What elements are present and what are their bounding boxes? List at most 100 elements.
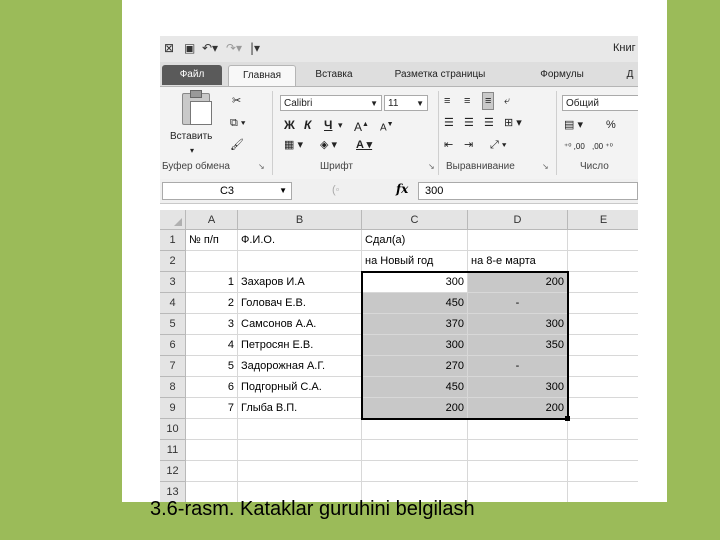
cell-e8[interactable] <box>568 377 638 398</box>
cell-e12[interactable] <box>568 461 638 482</box>
cell-d2[interactable]: на 8-е марта <box>468 251 568 272</box>
cell-b12[interactable] <box>238 461 362 482</box>
paste-dropdown-icon[interactable]: ▾ <box>190 143 194 159</box>
alignment-launcher-icon[interactable]: ↘ <box>542 159 549 175</box>
cell-c4[interactable]: 450 <box>362 293 468 314</box>
cell-e5[interactable] <box>568 314 638 335</box>
cell-b10[interactable] <box>238 419 362 440</box>
cell-a12[interactable] <box>186 461 238 482</box>
decrease-decimal-icon[interactable]: ,00 ⁺⁰ <box>592 139 613 155</box>
cell-e6[interactable] <box>568 335 638 356</box>
merge-center-icon[interactable]: ⊞ ▾ <box>504 115 522 131</box>
row-header[interactable]: 11 <box>160 440 186 461</box>
cell-d4[interactable]: - <box>468 293 568 314</box>
cell-a4[interactable]: 2 <box>186 293 238 314</box>
cell-e4[interactable] <box>568 293 638 314</box>
orientation-icon[interactable]: ⤢ ▾ <box>490 137 506 153</box>
cell-b9[interactable]: Глыба В.П. <box>238 398 362 419</box>
cell-e11[interactable] <box>568 440 638 461</box>
cell-c12[interactable] <box>362 461 468 482</box>
align-left-icon[interactable]: ☰ <box>444 115 454 131</box>
tab-insert[interactable]: Вставка <box>304 65 364 85</box>
cell-d12[interactable] <box>468 461 568 482</box>
number-format-select[interactable]: Общий <box>562 95 638 111</box>
insert-function-icon[interactable]: fx <box>396 182 408 196</box>
undo-icon[interactable]: ↶▾ <box>202 41 218 55</box>
tab-formulas[interactable]: Формулы <box>532 65 592 85</box>
clipboard-launcher-icon[interactable]: ↘ <box>258 159 265 175</box>
name-box[interactable]: C3 ▼ <box>162 182 292 200</box>
percent-button[interactable]: % <box>606 117 616 133</box>
increase-indent-icon[interactable]: ⇥ <box>464 137 473 153</box>
cell-d8[interactable]: 300 <box>468 377 568 398</box>
row-header[interactable]: 6 <box>160 335 186 356</box>
align-right-icon[interactable]: ☰ <box>484 115 494 131</box>
decrease-indent-icon[interactable]: ⇤ <box>444 137 453 153</box>
underline-dropdown-icon[interactable]: ▾ <box>338 117 343 133</box>
cell-a3[interactable]: 1 <box>186 272 238 293</box>
cell-a1[interactable]: № п/п <box>186 230 238 251</box>
increase-font-icon[interactable]: A▲ <box>354 117 369 135</box>
font-color-icon[interactable]: A ▾ <box>356 137 372 153</box>
fill-color-icon[interactable]: ◈ ▾ <box>320 137 337 153</box>
cell-c9[interactable]: 200 <box>362 398 468 419</box>
cell-d13[interactable] <box>468 482 568 502</box>
cell-d10[interactable] <box>468 419 568 440</box>
formula-bar-toggle-icon[interactable]: (◦ <box>332 182 340 198</box>
cell-c11[interactable] <box>362 440 468 461</box>
cell-a7[interactable]: 5 <box>186 356 238 377</box>
cell-c8[interactable]: 450 <box>362 377 468 398</box>
row-header[interactable]: 4 <box>160 293 186 314</box>
cell-e2[interactable] <box>568 251 638 272</box>
increase-decimal-icon[interactable]: ⁺⁰ ,00 <box>564 139 585 155</box>
cell-e7[interactable] <box>568 356 638 377</box>
cell-c6[interactable]: 300 <box>362 335 468 356</box>
align-center-icon[interactable]: ☰ <box>464 115 474 131</box>
row-header[interactable]: 9 <box>160 398 186 419</box>
cell-b11[interactable] <box>238 440 362 461</box>
cell-b7[interactable]: Задорожная А.Г. <box>238 356 362 377</box>
redo-icon[interactable]: ↷▾ <box>226 41 242 55</box>
format-painter-icon[interactable]: 🖌 <box>230 137 244 153</box>
column-header-c[interactable]: C <box>362 210 468 230</box>
cell-a11[interactable] <box>186 440 238 461</box>
cell-b6[interactable]: Петросян Е.В. <box>238 335 362 356</box>
cell-a2[interactable] <box>186 251 238 272</box>
cell-a8[interactable]: 6 <box>186 377 238 398</box>
cell-d3[interactable]: 200 <box>468 272 568 293</box>
column-header-a[interactable]: A <box>186 210 238 230</box>
cell-d11[interactable] <box>468 440 568 461</box>
wrap-text-icon[interactable]: ⤶ <box>504 93 510 109</box>
formula-input[interactable]: 300 <box>418 182 638 200</box>
copy-icon[interactable]: ⧉ ▾ <box>230 115 246 131</box>
cell-c3[interactable]: 300 <box>362 272 468 293</box>
borders-icon[interactable]: ▦ ▾ <box>284 137 303 153</box>
row-header[interactable]: 3 <box>160 272 186 293</box>
row-header[interactable]: 8 <box>160 377 186 398</box>
tab-page-layout[interactable]: Разметка страницы <box>380 65 500 85</box>
cell-d7[interactable]: - <box>468 356 568 377</box>
underline-button[interactable]: Ч <box>324 117 332 133</box>
save-icon[interactable]: ▣ <box>184 41 195 55</box>
cell-b4[interactable]: Головач Е.В. <box>238 293 362 314</box>
tab-file[interactable]: Файл <box>162 65 222 85</box>
decrease-font-icon[interactable]: A▼ <box>380 117 394 136</box>
row-header[interactable]: 10 <box>160 419 186 440</box>
row-header[interactable]: 1 <box>160 230 186 251</box>
cell-c7[interactable]: 270 <box>362 356 468 377</box>
row-header[interactable]: 7 <box>160 356 186 377</box>
cell-a10[interactable] <box>186 419 238 440</box>
cell-e13[interactable] <box>568 482 638 502</box>
align-top-icon[interactable]: ≡ <box>444 93 450 109</box>
column-header-b[interactable]: B <box>238 210 362 230</box>
align-middle-icon[interactable]: ≡ <box>464 93 470 109</box>
cell-b5[interactable]: Самсонов А.А. <box>238 314 362 335</box>
tab-home[interactable]: Главная <box>228 65 296 86</box>
cell-d5[interactable]: 300 <box>468 314 568 335</box>
cell-a9[interactable]: 7 <box>186 398 238 419</box>
cell-c10[interactable] <box>362 419 468 440</box>
cell-d6[interactable]: 350 <box>468 335 568 356</box>
customize-toolbar-icon[interactable]: |▾ <box>250 41 260 55</box>
font-size-select[interactable]: 11 ▼ <box>384 95 428 111</box>
cell-c2[interactable]: на Новый год <box>362 251 468 272</box>
